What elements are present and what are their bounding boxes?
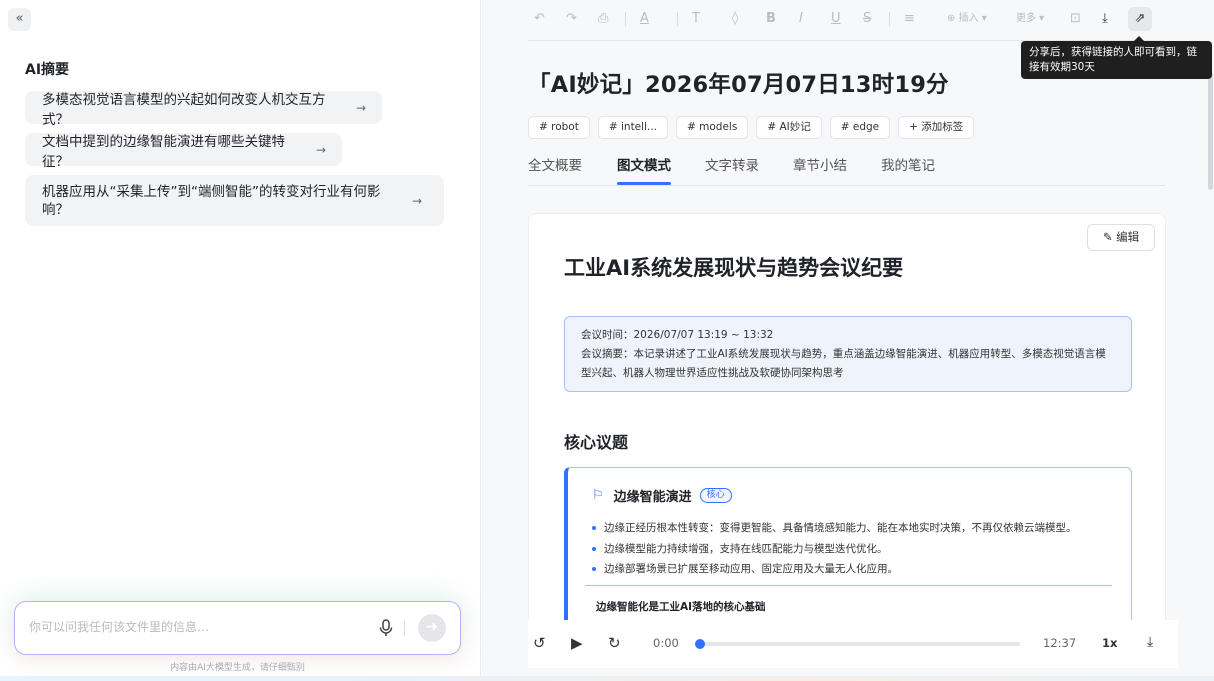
tag-ai-miaoji[interactable]: # AI妙记 — [756, 116, 822, 139]
topic-header: ⚐ 边缘智能演进 核心 — [592, 486, 732, 505]
undo-icon[interactable]: ↶ — [534, 8, 545, 30]
text-style-icon[interactable]: T — [692, 8, 700, 30]
topic-card: ⚐ 边缘智能演进 核心 边缘正经历根本性转变：变得更智能、具备情境感知能力、能在… — [564, 467, 1132, 632]
italic-icon[interactable]: I — [799, 8, 803, 30]
suggested-question[interactable]: 文档中提到的边缘智能演进有哪些关键特征？ → — [25, 133, 342, 170]
ai-summary-panel: « AI摘要 多模态视觉语言模型的兴起如何改变人机交互方式？ → 文档中提到的边… — [0, 0, 481, 676]
arrow-right-icon: → — [355, 100, 366, 115]
topic-title: 边缘智能演进 — [613, 490, 692, 505]
suggested-question-text: 多模态视觉语言模型的兴起如何改变人机交互方式？ — [42, 91, 326, 128]
strikethrough-icon[interactable]: S — [863, 8, 871, 30]
tag-list: # robot # intell... # models # AI妙记 # ed… — [528, 116, 975, 139]
tab-chapter-summary[interactable]: 章节小结 — [793, 154, 847, 174]
meeting-time: 会议时间：2026/07/07 13:19 ~ 13:32 — [581, 329, 774, 341]
bottom-strip — [0, 676, 1214, 681]
tab-my-notes[interactable]: 我的笔记 — [881, 154, 935, 174]
play-button[interactable]: ▶ — [571, 634, 583, 652]
progress-track[interactable] — [695, 639, 1020, 649]
underline-icon[interactable]: U — [831, 8, 841, 30]
document-panel: ↶ ↷ ⎙ A T ◊ B I U S ≡ ⊕ 插入 ▾ 更多 ▾ ⊡ ⤓ ⇗ … — [482, 0, 1214, 676]
active-tab-indicator — [617, 182, 671, 185]
send-button[interactable]: ➜ — [418, 614, 446, 642]
format-icon[interactable]: ⊡ — [1070, 8, 1081, 30]
arrow-right-icon: → — [412, 193, 423, 208]
arrow-right-icon: → — [315, 142, 326, 157]
suggested-question[interactable]: 多模态视觉语言模型的兴起如何改变人机交互方式？ → — [25, 91, 382, 128]
flag-icon: ⚐ — [592, 488, 604, 503]
tag-models[interactable]: # models — [676, 116, 749, 139]
suggested-question[interactable]: 机器应用从“采集上传”到“端侧智能”的转变对行业有何影响？ → — [25, 175, 444, 226]
divider — [404, 621, 405, 636]
divider — [677, 12, 678, 26]
download-icon[interactable]: ⤓ — [1102, 8, 1108, 30]
share-tooltip: 分享后，获得链接的人即可看到，链接有效期30天 — [1021, 36, 1212, 79]
page-title: 「AI妙记」2026年07月07日13时19分 — [528, 72, 949, 98]
collapse-panel-button[interactable]: « — [8, 8, 31, 31]
edit-button[interactable]: ✎ 编辑 — [1087, 224, 1155, 251]
align-icon[interactable]: ≡ — [904, 8, 915, 30]
tag-robot[interactable]: # robot — [528, 116, 590, 139]
suggested-question-text: 机器应用从“采集上传”到“端侧智能”的转变对行业有何影响？ — [42, 183, 381, 218]
playback-speed[interactable]: 1x — [1102, 636, 1117, 650]
list-item: 边缘部署场景已扩展至移动应用、固定应用及大量无人化应用。 — [592, 559, 1077, 580]
document-card: ✎ 编辑 工业AI系统发展现状与趋势会议纪要 会议时间：2026/07/07 1… — [528, 213, 1166, 633]
bold-icon[interactable]: B — [766, 8, 776, 30]
rewind-icon[interactable]: ↺ — [533, 634, 546, 652]
tab-transcript[interactable]: 文字转录 — [705, 154, 759, 174]
divider — [889, 12, 890, 26]
current-time: 0:00 — [653, 636, 679, 650]
forward-icon[interactable]: ↻ — [608, 634, 621, 652]
scrollbar[interactable] — [1208, 72, 1213, 190]
redo-icon[interactable]: ↷ — [566, 8, 577, 30]
tag-intell[interactable]: # intell... — [597, 116, 668, 139]
download-audio-icon[interactable]: ⤓ — [1147, 634, 1153, 650]
ai-disclaimer: 内容由AI大模型生成，请仔细甄别 — [170, 663, 305, 673]
tab-full-summary[interactable]: 全文概要 — [528, 154, 582, 174]
highlight-icon[interactable]: ◊ — [732, 8, 738, 30]
section-heading: 核心议题 — [564, 433, 629, 452]
divider — [585, 585, 1112, 586]
share-button[interactable]: ⇗ — [1128, 7, 1152, 31]
audio-player: ↺ ▶ ↻ 0:00 12:37 1x ⤓ — [528, 620, 1178, 668]
progress-thumb[interactable] — [695, 639, 705, 649]
list-item: 边缘模型能力持续增强，支持在线匹配能力与模型迭代优化。 — [592, 539, 1077, 560]
topic-bullets: 边缘正经历根本性转变：变得更智能、具备情境感知能力、能在本地实时决策，不再仅依赖… — [592, 518, 1077, 580]
chat-input-box: ➜ — [14, 601, 461, 655]
more-menu[interactable]: 更多 ▾ — [1016, 8, 1044, 30]
list-item: 边缘正经历根本性转变：变得更智能、具备情境感知能力、能在本地实时决策，不再仅依赖… — [592, 518, 1077, 539]
suggested-question-text: 文档中提到的边缘智能演进有哪些关键特征？ — [42, 133, 285, 170]
meeting-info-box: 会议时间：2026/07/07 13:19 ~ 13:32 会议摘要：本记录讲述… — [564, 316, 1132, 392]
insert-menu[interactable]: ⊕ 插入 ▾ — [947, 8, 987, 30]
ai-summary-title: AI摘要 — [25, 62, 70, 78]
total-time: 12:37 — [1043, 636, 1077, 650]
font-color-icon[interactable]: A — [640, 8, 649, 30]
meeting-summary: 会议摘要：本记录讲述了工业AI系统发展现状与趋势，重点涵盖边缘智能演进、机器应用… — [581, 348, 1106, 379]
add-tag-button[interactable]: + 添加标签 — [898, 116, 975, 139]
editor-toolbar: ↶ ↷ ⎙ A T ◊ B I U S ≡ ⊕ 插入 ▾ 更多 ▾ ⊡ ⤓ — [528, 8, 1168, 30]
tag-edge[interactable]: # edge — [829, 116, 891, 139]
divider — [625, 12, 626, 26]
microphone-icon[interactable] — [378, 619, 394, 637]
document-heading: 工业AI系统发展现状与趋势会议纪要 — [564, 256, 904, 280]
save-icon[interactable]: ⎙ — [598, 8, 608, 30]
chat-input[interactable] — [29, 620, 359, 634]
tab-image-text-mode[interactable]: 图文模式 — [617, 154, 671, 174]
core-badge: 核心 — [699, 488, 732, 503]
topic-subheading: 边缘智能化是工业AI落地的核心基础 — [596, 601, 766, 613]
view-tabs: 全文概要 图文模式 文字转录 章节小结 我的笔记 — [528, 154, 1165, 186]
